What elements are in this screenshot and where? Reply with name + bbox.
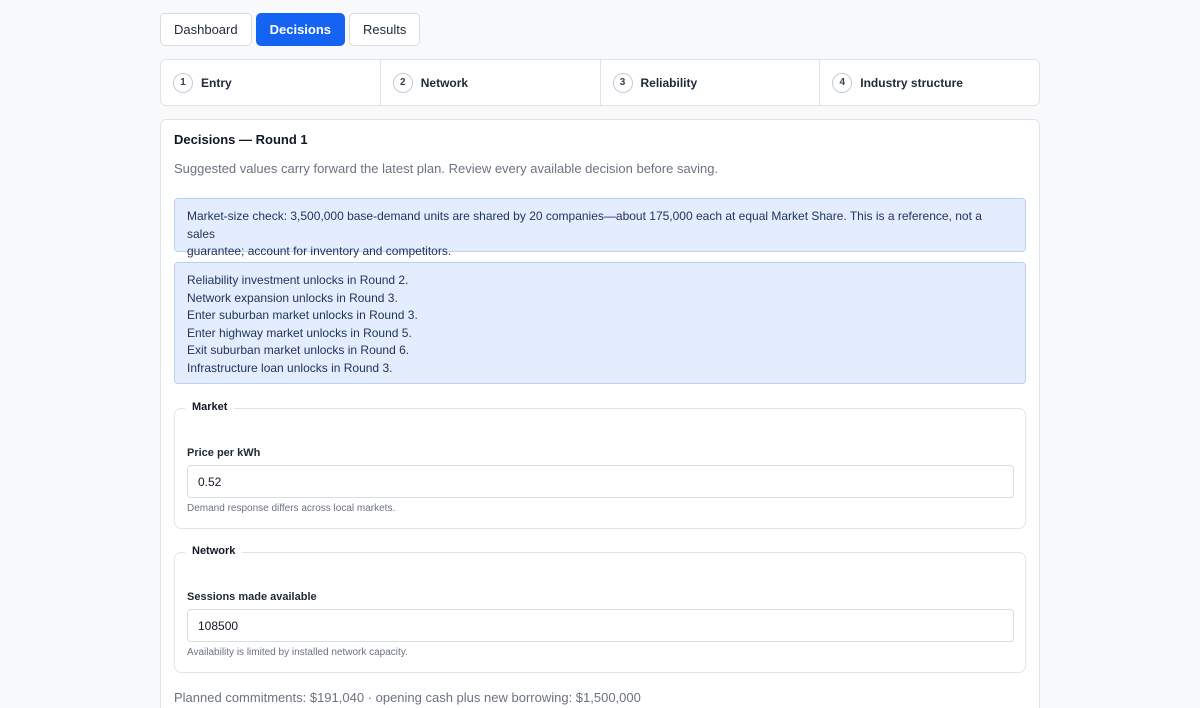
step-label: Industry structure xyxy=(860,75,963,90)
tab-decisions[interactable]: Decisions xyxy=(255,13,346,46)
unlock-item: Exit suburban market unlocks in Round 6. xyxy=(187,343,410,357)
market-fieldset: Market Price per kWh Demand response dif… xyxy=(174,401,1026,529)
commitments-summary: Planned commitments: $191,040 · opening … xyxy=(174,690,641,705)
price-help-text: Demand response differs across local mar… xyxy=(187,503,396,514)
step-label: Network xyxy=(420,75,469,90)
unlock-item: Reliability investment unlocks in Round … xyxy=(187,273,409,287)
tab-dashboard[interactable]: Dashboard xyxy=(160,13,252,46)
sessions-help-text: Availability is limited by installed net… xyxy=(187,647,408,658)
step-entry[interactable]: 1 Entry xyxy=(161,60,381,105)
page-title: Decisions — Round 1 xyxy=(174,132,308,147)
step-label: Reliability xyxy=(640,75,698,90)
notice-line: Market-size check: 3,500,000 base-demand… xyxy=(187,209,982,241)
decision-stepper: 1 Entry 2 Network 3 Reliability 4 Indust… xyxy=(160,59,1040,106)
page: Dashboard Decisions Results 1 Entry 2 Ne… xyxy=(0,0,1200,708)
price-per-kwh-input[interactable] xyxy=(187,465,1014,498)
step-number: 4 xyxy=(832,72,853,93)
sessions-available-label: Sessions made available xyxy=(187,591,317,603)
notice-line: guarantee; account for inventory and com… xyxy=(187,244,452,258)
unlock-item: Infrastructure loan unlocks in Round 3. xyxy=(187,360,393,375)
market-legend: Market xyxy=(185,401,235,413)
step-industry-structure[interactable]: 4 Industry structure xyxy=(820,60,1039,105)
price-per-kwh-label: Price per kWh xyxy=(187,447,261,459)
unlock-schedule-notice: Reliability investment unlocks in Round … xyxy=(174,262,1026,384)
network-legend: Network xyxy=(185,545,243,557)
tab-results[interactable]: Results xyxy=(349,13,421,46)
step-number: 3 xyxy=(612,72,633,93)
step-reliability[interactable]: 3 Reliability xyxy=(601,60,821,105)
unlock-item: Network expansion unlocks in Round 3. xyxy=(187,290,398,305)
page-subtitle: Suggested values carry forward the lates… xyxy=(174,161,719,176)
step-number: 1 xyxy=(173,72,193,93)
market-size-notice: Market-size check: 3,500,000 base-demand… xyxy=(174,198,1026,258)
top-tabs: Dashboard Decisions Results xyxy=(160,13,421,46)
sessions-available-input[interactable] xyxy=(187,609,1014,642)
decisions-card: Decisions — Round 1 Suggested values car… xyxy=(160,119,1040,708)
step-label: Entry xyxy=(201,75,232,90)
step-network[interactable]: 2 Network xyxy=(381,60,601,105)
network-fieldset: Network Sessions made available Availabi… xyxy=(174,545,1026,673)
step-number: 2 xyxy=(392,72,413,93)
unlock-item: Enter suburban market unlocks in Round 3… xyxy=(187,308,418,322)
unlock-item: Enter highway market unlocks in Round 5. xyxy=(187,325,412,340)
